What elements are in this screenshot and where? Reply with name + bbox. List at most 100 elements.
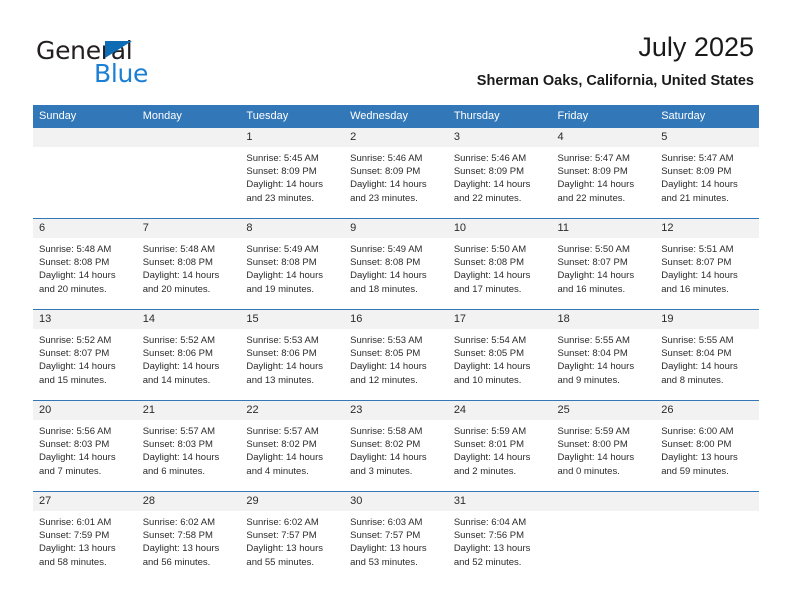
daylight-text-line1: Daylight: 14 hours (453, 270, 531, 282)
sunrise-text: Sunrise: 5:48 AM (39, 244, 112, 255)
calendar-day-cell[interactable]: 3 Sunrise: 5:46 AM Sunset: 8:09 PM Daylight… (447, 128, 552, 219)
day-number: 30 (344, 492, 448, 511)
calendar-day-cell[interactable]: 8 Sunrise: 5:49 AM Sunset: 8:08 PM Daylight… (240, 218, 345, 310)
calendar-day-cell[interactable]: 23 Sunrise: 5:58 AM Sunset: 8:02 PM Dayligh… (344, 400, 448, 492)
sunset-text: Sunset: 8:03 PM (39, 439, 110, 451)
daylight-text-line2: and 7 minutes. (39, 465, 102, 477)
calendar-day-cell[interactable]: 7 Sunrise: 5:48 AM Sunset: 8:08 PM Daylight… (136, 218, 241, 310)
daylight-text-line1: Daylight: 14 hours (39, 270, 116, 282)
calendar-day-cell[interactable]: 28 Sunrise: 6:02 AM Sunset: 7:58 PM Dayligh… (136, 491, 241, 582)
daylight-text-line1: Daylight: 14 hours (350, 452, 427, 464)
day-details: Sunrise: 5:45 AM Sunset: 8:09 PM Daylight:… (240, 147, 344, 205)
calendar-day-cell[interactable]: 25 Sunrise: 5:59 AM Sunset: 8:00 PM Dayligh… (551, 400, 656, 492)
daylight-text-line2: and 10 minutes. (453, 374, 522, 386)
day-number: 14 (136, 310, 241, 329)
calendar-day-cell[interactable]: 9 Sunrise: 5:49 AM Sunset: 8:08 PM Daylight… (344, 218, 448, 310)
calendar-day-cell[interactable]: 21 Sunrise: 5:57 AM Sunset: 8:03 PM Dayligh… (136, 400, 241, 492)
day-details: Sunrise: 5:50 AM Sunset: 8:07 PM Daylight:… (552, 238, 656, 296)
sunrise-text: Sunrise: 6:01 AM (39, 517, 112, 528)
calendar-day-cell[interactable]: 19 Sunrise: 5:55 AM Sunset: 8:04 PM Dayligh… (655, 309, 759, 401)
daylight-text-line2: and 3 minutes. (350, 465, 413, 477)
daylight-text-line1: Daylight: 14 hours (142, 361, 220, 373)
day-details (552, 511, 656, 516)
calendar-day-cell[interactable]: 1 Sunrise: 5:45 AM Sunset: 8:09 PM Daylight… (240, 128, 345, 219)
daylight-text-line2: and 23 minutes. (246, 192, 315, 204)
calendar-day-cell[interactable]: 18 Sunrise: 5:55 AM Sunset: 8:04 PM Dayligh… (551, 309, 656, 401)
sunrise-text: Sunrise: 5:55 AM (557, 335, 630, 346)
daylight-text-line2: and 20 minutes. (142, 283, 211, 295)
sunset-text: Sunset: 8:08 PM (246, 257, 317, 269)
daylight-text-line1: Daylight: 14 hours (661, 270, 738, 282)
calendar-day-cell[interactable]: 2 Sunrise: 5:46 AM Sunset: 8:09 PM Daylight… (344, 128, 448, 219)
daylight-text-line1: Daylight: 14 hours (39, 361, 116, 373)
daylight-text-line2: and 0 minutes. (557, 465, 620, 477)
day-cell-inner: 31 Sunrise: 6:04 AM Sunset: 7:56 PM Dayligh… (447, 492, 552, 582)
day-number: 1 (240, 128, 345, 147)
calendar-day-cell[interactable]: 13 Sunrise: 5:52 AM Sunset: 8:07 PM Dayligh… (33, 309, 137, 401)
calendar-day-cell[interactable]: 12 Sunrise: 5:51 AM Sunset: 8:07 PM Dayligh… (655, 218, 759, 310)
day-number: 12 (655, 219, 759, 238)
day-number: 23 (344, 401, 448, 420)
daylight-text-line2: and 56 minutes. (142, 556, 211, 568)
calendar-day-cell[interactable]: 5 Sunrise: 5:47 AM Sunset: 8:09 PM Daylight… (655, 128, 759, 219)
calendar-day-cell[interactable]: 24 Sunrise: 5:59 AM Sunset: 8:01 PM Dayligh… (447, 400, 552, 492)
sunset-text: Sunset: 8:09 PM (246, 166, 317, 178)
calendar-day-cell[interactable]: 26 Sunrise: 6:00 AM Sunset: 8:00 PM Dayligh… (655, 400, 759, 492)
calendar-empty-cell (33, 128, 137, 219)
calendar-day-cell[interactable]: 17 Sunrise: 5:54 AM Sunset: 8:05 PM Dayligh… (447, 309, 552, 401)
day-number: 10 (447, 219, 552, 238)
calendar-day-cell[interactable]: 29 Sunrise: 6:02 AM Sunset: 7:57 PM Dayligh… (240, 491, 345, 582)
day-details: Sunrise: 5:59 AM Sunset: 8:00 PM Daylight:… (552, 420, 656, 478)
sunrise-text: Sunrise: 6:02 AM (246, 517, 319, 528)
day-number: 21 (136, 401, 241, 420)
calendar-day-cell[interactable]: 31 Sunrise: 6:04 AM Sunset: 7:56 PM Dayligh… (447, 491, 552, 582)
daylight-text-line1: Daylight: 14 hours (246, 179, 323, 191)
calendar-day-cell[interactable]: 10 Sunrise: 5:50 AM Sunset: 8:08 PM Dayligh… (447, 218, 552, 310)
calendar-day-cell[interactable]: 30 Sunrise: 6:03 AM Sunset: 7:57 PM Dayligh… (344, 491, 448, 582)
daylight-text-line1: Daylight: 14 hours (453, 452, 531, 464)
day-details: Sunrise: 5:47 AM Sunset: 8:09 PM Daylight:… (552, 147, 656, 205)
day-cell-inner: 4 Sunrise: 5:47 AM Sunset: 8:09 PM Daylight… (551, 128, 656, 218)
day-number (655, 492, 759, 511)
calendar-day-cell[interactable]: 16 Sunrise: 5:53 AM Sunset: 8:05 PM Dayligh… (344, 309, 448, 401)
general-blue-logo: General Blue (36, 36, 266, 88)
sunset-text: Sunset: 8:06 PM (142, 348, 213, 360)
day-number: 5 (655, 128, 759, 147)
day-number: 31 (447, 492, 552, 511)
day-number: 26 (655, 401, 759, 420)
daylight-text-line1: Daylight: 14 hours (39, 452, 116, 464)
daylight-text-line2: and 12 minutes. (350, 374, 418, 386)
calendar-empty-cell (551, 491, 656, 582)
page-header: General Blue July 2025 Sherman Oaks, Cal… (0, 0, 792, 100)
day-cell-inner: 5 Sunrise: 5:47 AM Sunset: 8:09 PM Daylight… (655, 128, 759, 218)
calendar-page: General Blue July 2025 Sherman Oaks, Cal… (0, 0, 792, 612)
daylight-text-line1: Daylight: 14 hours (246, 270, 323, 282)
sunrise-text: Sunrise: 5:56 AM (39, 426, 112, 437)
day-cell-inner: 11 Sunrise: 5:50 AM Sunset: 8:07 PM Dayligh… (551, 219, 656, 309)
sunrise-text: Sunrise: 5:52 AM (39, 335, 112, 346)
calendar-day-cell[interactable]: 15 Sunrise: 5:53 AM Sunset: 8:06 PM Dayligh… (240, 309, 345, 401)
calendar-day-cell[interactable]: 4 Sunrise: 5:47 AM Sunset: 8:09 PM Daylight… (551, 128, 656, 219)
sunrise-text: Sunrise: 5:47 AM (557, 153, 630, 164)
sunrise-text: Sunrise: 5:57 AM (246, 426, 319, 437)
sunrise-text: Sunrise: 6:00 AM (661, 426, 734, 437)
calendar-day-cell[interactable]: 20 Sunrise: 5:56 AM Sunset: 8:03 PM Dayligh… (33, 400, 137, 492)
sunset-text: Sunset: 8:07 PM (557, 257, 628, 269)
daylight-text-line1: Daylight: 14 hours (661, 361, 738, 373)
sunset-text: Sunset: 7:59 PM (39, 530, 110, 542)
calendar-day-cell[interactable]: 14 Sunrise: 5:52 AM Sunset: 8:06 PM Dayligh… (136, 309, 241, 401)
day-details: Sunrise: 5:57 AM Sunset: 8:02 PM Daylight:… (240, 420, 344, 478)
calendar-day-cell[interactable]: 27 Sunrise: 6:01 AM Sunset: 7:59 PM Dayligh… (33, 491, 137, 582)
day-details: Sunrise: 5:58 AM Sunset: 8:02 PM Daylight:… (344, 420, 448, 478)
day-details: Sunrise: 5:49 AM Sunset: 8:08 PM Daylight:… (240, 238, 344, 296)
calendar-day-cell[interactable]: 6 Sunrise: 5:48 AM Sunset: 8:08 PM Daylight… (33, 218, 137, 310)
calendar-day-cell[interactable]: 22 Sunrise: 5:57 AM Sunset: 8:02 PM Dayligh… (240, 400, 345, 492)
day-details: Sunrise: 5:59 AM Sunset: 8:01 PM Daylight:… (448, 420, 552, 478)
day-cell-inner: 10 Sunrise: 5:50 AM Sunset: 8:08 PM Dayligh… (447, 219, 552, 309)
day-cell-inner: 13 Sunrise: 5:52 AM Sunset: 8:07 PM Dayligh… (33, 310, 137, 400)
sunset-text: Sunset: 8:09 PM (453, 166, 525, 178)
calendar-day-cell[interactable]: 11 Sunrise: 5:50 AM Sunset: 8:07 PM Dayligh… (551, 218, 656, 310)
day-number: 20 (33, 401, 137, 420)
daylight-text-line1: Daylight: 14 hours (142, 270, 220, 282)
sunset-text: Sunset: 8:00 PM (557, 439, 628, 451)
